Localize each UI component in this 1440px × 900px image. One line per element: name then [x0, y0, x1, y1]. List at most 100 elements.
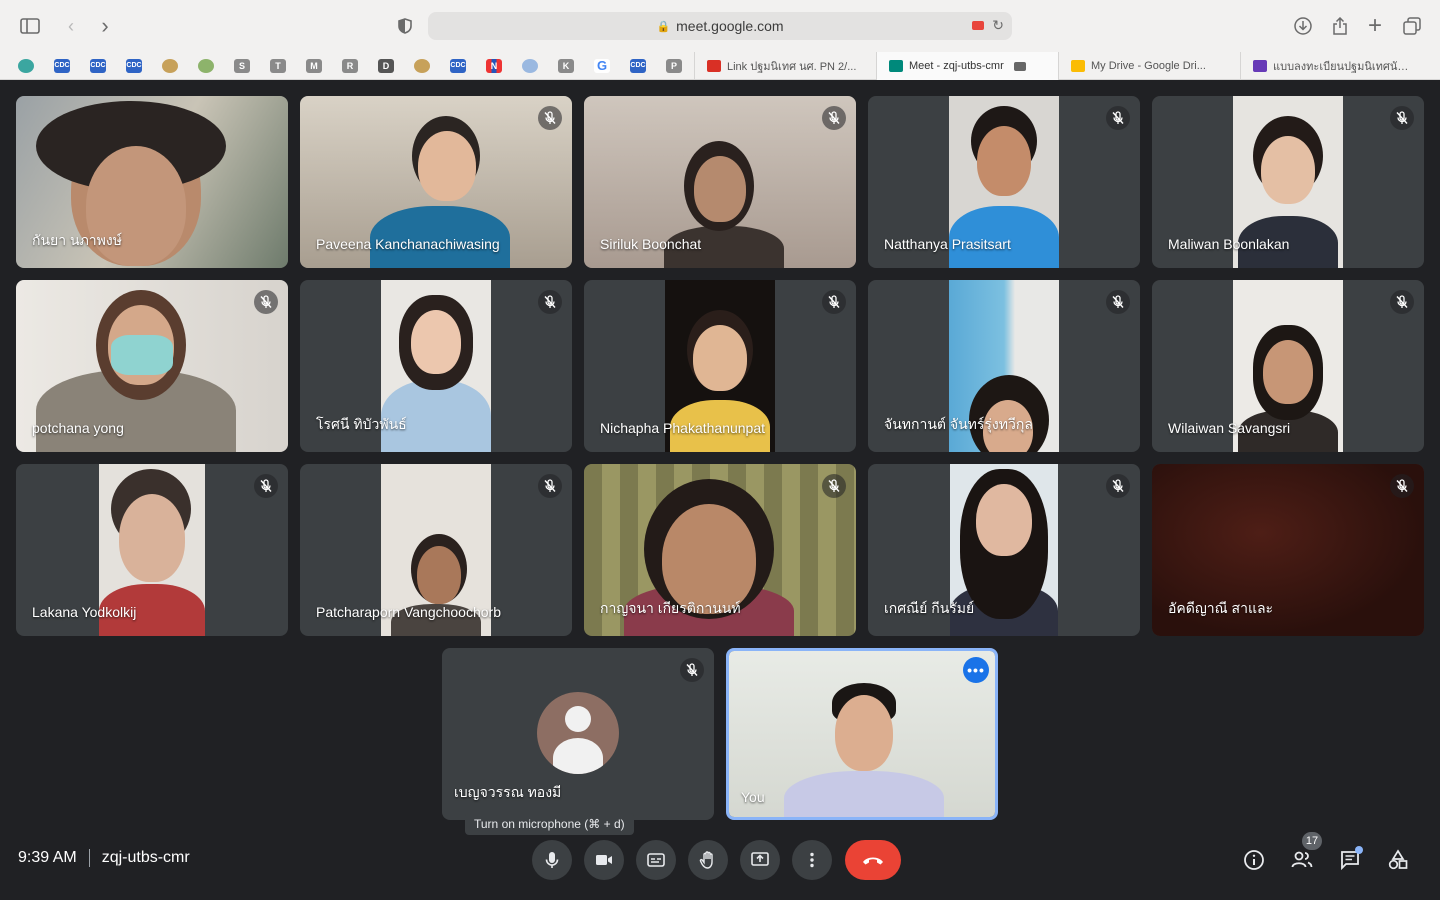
participant-tile[interactable]: Nichapha Phakathanunpat: [584, 280, 856, 452]
tab-overview-icon[interactable]: [1399, 13, 1425, 39]
microphone-button[interactable]: [532, 840, 572, 880]
tab-favicon-icon: [707, 60, 721, 72]
browser-tab[interactable]: แบบลงทะเบียนปฐมนิเทศนัก...: [1240, 52, 1422, 80]
captions-button[interactable]: [636, 840, 676, 880]
bookmark-item[interactable]: CDC: [44, 52, 80, 80]
muted-mic-icon: [538, 290, 562, 314]
participant-tile[interactable]: potchana yong: [16, 280, 288, 452]
avatar: [537, 692, 619, 774]
bookmark-item[interactable]: [188, 52, 224, 80]
mic-tooltip: Turn on microphone (⌘ + d): [465, 813, 634, 835]
tab-title: แบบลงทะเบียนปฐมนิเทศนัก...: [1273, 61, 1410, 73]
bookmark-item[interactable]: M: [296, 52, 332, 80]
participant-name: Siriluk Boonchat: [600, 236, 702, 252]
participant-tile[interactable]: จันทกานต์ จันทร์รุ่งทวีกุล: [868, 280, 1140, 452]
bookmark-item[interactable]: P: [656, 52, 692, 80]
browser-tab[interactable]: Link ปฐมนิเทศ นศ. PN 2/...: [694, 52, 876, 80]
address-url: meet.google.com: [676, 18, 784, 34]
bookmark-favicon-icon: CDC: [54, 58, 70, 73]
back-icon[interactable]: ‹: [58, 13, 84, 39]
people-icon: [1291, 851, 1313, 868]
tab-camera-icon: [1013, 61, 1026, 71]
muted-mic-icon: [822, 474, 846, 498]
people-button[interactable]: [1288, 846, 1316, 874]
more-vertical-icon: [810, 852, 814, 868]
downloads-icon[interactable]: [1290, 13, 1316, 39]
participant-tile[interactable]: กาญจนา เกียรติกานนท์: [584, 464, 856, 636]
meeting-code: zqj-utbs-cmr: [101, 849, 190, 866]
self-video: [729, 651, 995, 817]
participant-name: Lakana Yodkolkij: [32, 604, 137, 620]
bookmark-item[interactable]: T: [260, 52, 296, 80]
tab-title: Link ปฐมนิเทศ นศ. PN 2/...: [727, 61, 857, 73]
participant-tile[interactable]: Natthanya Prasitsart: [868, 96, 1140, 268]
muted-mic-icon: [1390, 474, 1414, 498]
participant-tile[interactable]: กันยา นภาพงษ์: [16, 96, 288, 268]
bookmark-item[interactable]: CDC: [80, 52, 116, 80]
participant-tile[interactable]: Siriluk Boonchat: [584, 96, 856, 268]
muted-mic-icon: [1106, 474, 1130, 498]
muted-mic-icon: [822, 106, 846, 130]
share-icon[interactable]: [1327, 13, 1353, 39]
participant-name: โรศนี ทิบัวพันธ์: [316, 416, 407, 432]
present-screen-icon: [751, 852, 769, 866]
raise-hand-button[interactable]: [688, 840, 728, 880]
participant-tile[interactable]: Patcharaporn Vangchoochorb: [300, 464, 572, 636]
privacy-shield-icon[interactable]: [392, 13, 418, 39]
bookmark-item[interactable]: CDC: [620, 52, 656, 80]
more-options-button[interactable]: •••: [963, 657, 989, 683]
activities-button[interactable]: [1384, 846, 1412, 874]
bookmark-item[interactable]: [404, 52, 440, 80]
bookmark-item[interactable]: D: [368, 52, 404, 80]
camera-button[interactable]: [584, 840, 624, 880]
participant-name: Natthanya Prasitsart: [884, 236, 1011, 252]
tab-favicon-icon: [1253, 60, 1267, 72]
participant-tile[interactable]: Lakana Yodkolkij: [16, 464, 288, 636]
bookmark-item[interactable]: G: [584, 52, 620, 80]
sidebar-toggle-icon[interactable]: [17, 13, 43, 39]
participant-name: potchana yong: [32, 420, 124, 436]
browser-tab[interactable]: Meet - zqj-utbs-cmr: [876, 52, 1058, 80]
participant-name: เกศณีย์ กีนรัมย์: [884, 600, 975, 616]
participant-tile[interactable]: Paveena Kanchanachiwasing: [300, 96, 572, 268]
self-view-tile[interactable]: ••• You: [726, 648, 998, 820]
reload-icon[interactable]: ↻: [992, 17, 1004, 34]
muted-mic-icon: [1106, 106, 1130, 130]
meeting-details-button[interactable]: [1240, 846, 1268, 874]
bookmark-item[interactable]: [152, 52, 188, 80]
bookmark-item[interactable]: N: [476, 52, 512, 80]
bookmark-favicon-icon: G: [594, 58, 610, 73]
bookmark-item[interactable]: [8, 52, 44, 80]
new-tab-icon[interactable]: +: [1362, 12, 1388, 39]
bookmark-item[interactable]: S: [224, 52, 260, 80]
address-bar[interactable]: 🔒 meet.google.com ↻: [428, 12, 1012, 40]
more-options-menu-button[interactable]: [792, 840, 832, 880]
browser-toolbar: ‹ › 🔒 meet.google.com ↻ +: [0, 0, 1440, 52]
muted-mic-icon: [1390, 106, 1414, 130]
participant-name: Patcharaporn Vangchoochorb: [316, 604, 501, 620]
participant-tile[interactable]: Wilaiwan Savangsri: [1152, 280, 1424, 452]
browser-tab[interactable]: My Drive - Google Dri...: [1058, 52, 1240, 80]
participant-tile[interactable]: อัคดีญาณี สาและ: [1152, 464, 1424, 636]
participant-tile[interactable]: Maliwan Boonlakan: [1152, 96, 1424, 268]
muted-mic-icon: [538, 474, 562, 498]
participant-tile[interactable]: เกศณีย์ กีนรัมย์: [868, 464, 1140, 636]
bookmark-item[interactable]: CDC: [440, 52, 476, 80]
forward-icon[interactable]: ›: [92, 13, 118, 39]
leave-call-button[interactable]: [845, 840, 901, 880]
bookmark-item[interactable]: CDC: [116, 52, 152, 80]
meeting-time: 9:39 AM: [18, 849, 77, 866]
chat-notification-dot: [1355, 846, 1363, 854]
participant-tile[interactable]: เบญจวรรณ ทองมี: [442, 648, 714, 820]
present-screen-button[interactable]: [740, 840, 780, 880]
participant-tile[interactable]: โรศนี ทิบัวพันธ์: [300, 280, 572, 452]
camera-in-use-icon[interactable]: [972, 21, 984, 30]
bookmark-item[interactable]: R: [332, 52, 368, 80]
bookmark-item[interactable]: K: [548, 52, 584, 80]
participant-name: Wilaiwan Savangsri: [1168, 420, 1291, 436]
muted-mic-icon: [1106, 290, 1130, 314]
bookmark-item[interactable]: [512, 52, 548, 80]
bookmark-favicon-icon: K: [558, 58, 574, 73]
tab-strip: Link ปฐมนิเทศ นศ. PN 2/... Meet - zqj-utb…: [694, 52, 1422, 80]
bookmark-favicon-icon: CDC: [126, 58, 142, 73]
